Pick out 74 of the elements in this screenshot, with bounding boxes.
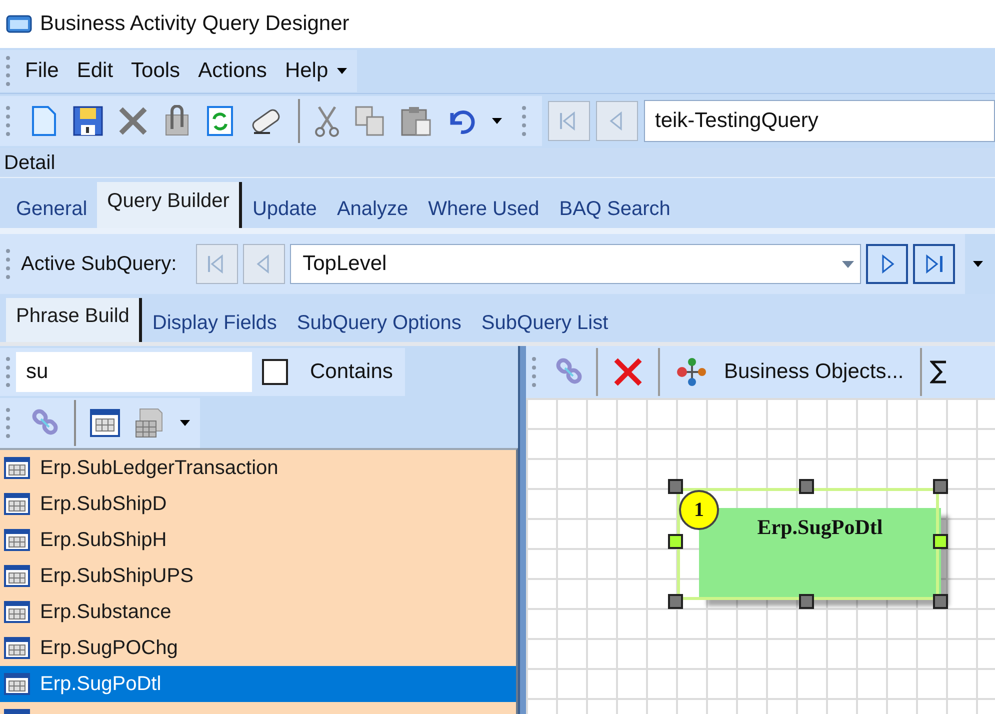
- caret-icon[interactable]: [337, 68, 348, 74]
- tab[interactable]: Analyze: [326, 182, 418, 228]
- resize-handle[interactable]: [933, 479, 948, 494]
- last-record-button[interactable]: [913, 244, 955, 284]
- table-list-item[interactable]: Erp.SubShipH: [0, 522, 516, 558]
- delete-icon[interactable]: [118, 106, 148, 136]
- table-list-item[interactable]: Erp.SugPOChg: [0, 630, 516, 666]
- next-record-button[interactable]: [866, 244, 908, 284]
- menu-item[interactable]: Tools: [122, 54, 190, 86]
- section-label: Detail: [4, 150, 56, 176]
- table-icon: [4, 601, 30, 623]
- grip-handle[interactable]: [6, 408, 10, 438]
- tab[interactable]: SubQuery List: [471, 298, 618, 342]
- tab[interactable]: Update: [242, 182, 327, 228]
- grip-handle[interactable]: [6, 56, 10, 86]
- table-icon: [4, 565, 30, 587]
- caret-icon[interactable]: [973, 261, 983, 267]
- contains-checkbox[interactable]: [262, 359, 288, 385]
- menu-item[interactable]: Actions: [189, 54, 276, 86]
- grip-handle[interactable]: [522, 106, 526, 136]
- table-list-item[interactable]: Erp.SubLedgerTransaction: [0, 450, 516, 486]
- nodes-icon: [676, 357, 708, 387]
- resize-handle[interactable]: [668, 479, 683, 494]
- table-list-item[interactable]: Erp.Substance: [0, 594, 516, 630]
- menu-item[interactable]: Edit: [68, 54, 122, 86]
- table-list-item[interactable]: Erp.SubShipUPS: [0, 558, 516, 594]
- grip-handle[interactable]: [6, 249, 10, 279]
- resize-handle[interactable]: [799, 479, 814, 494]
- tab[interactable]: Phrase Build: [6, 298, 142, 342]
- menu-item[interactable]: File: [16, 54, 68, 86]
- window-title: Business Activity Query Designer: [40, 11, 350, 38]
- query-id-field[interactable]: teik-TestingQuery: [644, 100, 995, 142]
- resize-handle[interactable]: [933, 534, 948, 549]
- table-search-field[interactable]: su: [16, 352, 252, 392]
- tab[interactable]: Query Builder: [97, 182, 242, 228]
- scissors-icon[interactable]: [314, 105, 340, 137]
- save-icon[interactable]: [72, 105, 104, 137]
- sigma-icon[interactable]: [930, 358, 946, 386]
- table-icon: [4, 493, 30, 515]
- node-number-badge: 1: [679, 490, 719, 530]
- tab[interactable]: Display Fields: [142, 298, 287, 342]
- tab[interactable]: BAQ Search: [549, 182, 680, 228]
- menu-item[interactable]: Help: [276, 54, 338, 86]
- table-icon: [4, 673, 30, 695]
- table-icon: [4, 457, 30, 479]
- active-subquery-label: Active SubQuery:: [21, 252, 177, 277]
- copy-icon[interactable]: [354, 105, 386, 137]
- table-icon[interactable]: [90, 409, 120, 437]
- refresh-document-icon[interactable]: [206, 105, 234, 137]
- splitter[interactable]: [518, 346, 526, 714]
- table-node-title: Erp.SugPoDtl: [757, 514, 883, 541]
- app-icon: [6, 14, 32, 34]
- tab[interactable]: General: [6, 182, 98, 228]
- resize-handle[interactable]: [668, 594, 683, 609]
- contains-label: Contains: [310, 359, 393, 386]
- grip-handle[interactable]: [6, 106, 10, 136]
- resize-handle[interactable]: [799, 594, 814, 609]
- table-icon: [4, 637, 30, 659]
- tab[interactable]: Where Used: [418, 182, 550, 228]
- grip-handle[interactable]: [6, 357, 10, 387]
- resize-handle[interactable]: [933, 594, 948, 609]
- table-list-item[interactable]: Erp.SugPoDtl: [0, 666, 516, 702]
- dropdown-arrow-icon: [842, 260, 854, 268]
- subquery-dropdown[interactable]: TopLevel: [290, 244, 861, 284]
- table-icon: [4, 529, 30, 551]
- new-document-icon[interactable]: [30, 105, 58, 137]
- paste-icon[interactable]: [400, 105, 432, 137]
- caret-icon[interactable]: [492, 118, 502, 124]
- resize-handle[interactable]: [668, 534, 683, 549]
- delete-icon[interactable]: [612, 356, 644, 388]
- tab[interactable]: SubQuery Options: [286, 298, 472, 342]
- table-list-item[interactable]: Erp.SubShipD: [0, 486, 516, 522]
- grip-handle[interactable]: [532, 357, 536, 387]
- caret-icon[interactable]: [180, 420, 190, 426]
